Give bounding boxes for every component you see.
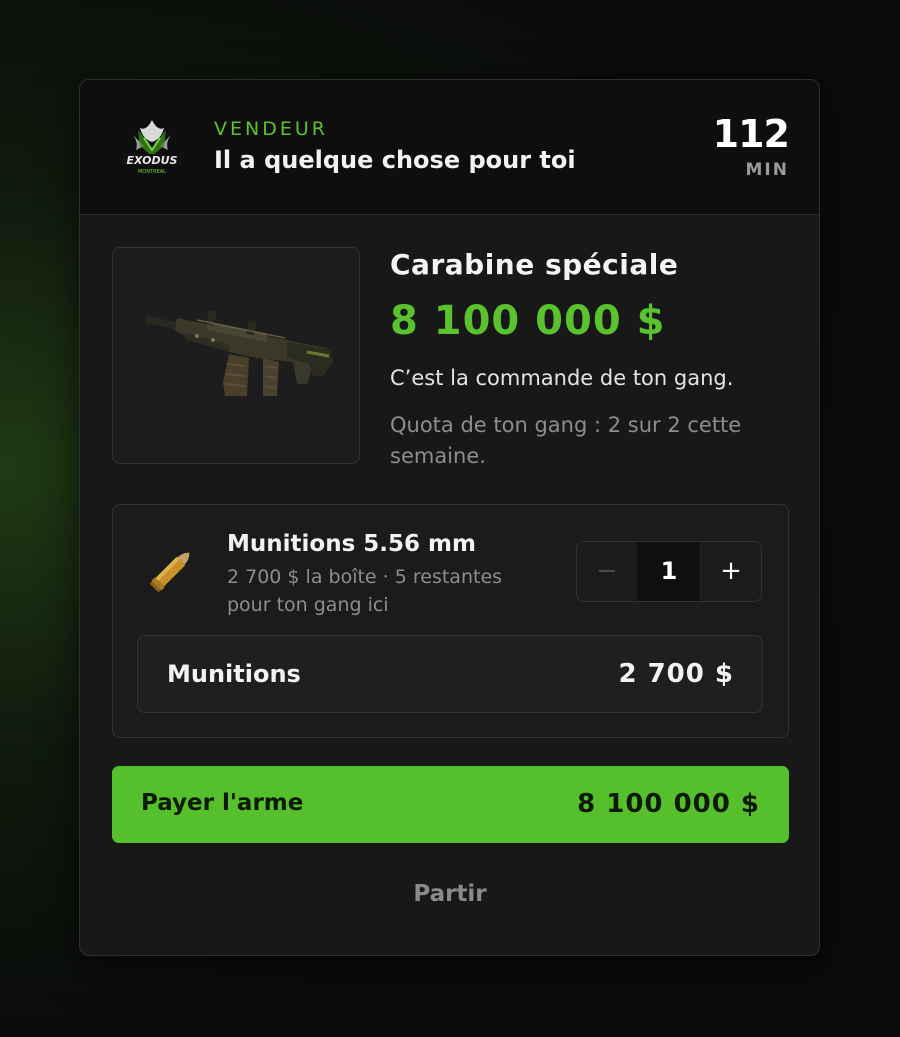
weapon-name: Carabine spéciale bbox=[390, 248, 679, 281]
pay-button-amount: 8 100 000 $ bbox=[577, 789, 760, 819]
leave-button[interactable]: Partir bbox=[350, 874, 550, 914]
quantity-value: 1 bbox=[637, 542, 701, 601]
rifle-icon bbox=[145, 310, 333, 396]
dialog-header: EXODUS MONTREAL VENDEUR Il a quelque cho… bbox=[80, 80, 819, 215]
decrease-button[interactable]: − bbox=[577, 542, 638, 601]
increase-button[interactable]: + bbox=[700, 542, 761, 601]
pay-button-label: Payer l'arme bbox=[141, 790, 304, 816]
ammo-total-label: Munitions bbox=[167, 660, 301, 688]
weapon-quota: Quota de ton gang : 2 sur 2 cette semain… bbox=[390, 413, 742, 468]
svg-text:EXODUS: EXODUS bbox=[127, 154, 178, 167]
weapon-price: 8 100 000 $ bbox=[390, 298, 666, 344]
ammo-name: Munitions 5.56 mm bbox=[227, 531, 476, 557]
bullet-icon bbox=[149, 552, 190, 593]
ammo-total-row: Munitions 2 700 $ bbox=[137, 635, 763, 713]
vendor-dialog: EXODUS MONTREAL VENDEUR Il a quelque cho… bbox=[79, 79, 820, 956]
ammo-total-value: 2 700 $ bbox=[618, 659, 734, 689]
vendor-subtitle: Il a quelque chose pour toi bbox=[214, 146, 576, 174]
pay-weapon-button[interactable]: Payer l'arme 8 100 000 $ bbox=[112, 766, 789, 843]
ammo-section: Munitions 5.56 mm 2 700 $ la boîte · 5 r… bbox=[112, 504, 789, 738]
weapon-image bbox=[112, 247, 360, 464]
ammo-info: 2 700 $ la boîte · 5 restantes pour ton … bbox=[227, 566, 503, 616]
timer-unit: MIN bbox=[745, 160, 789, 180]
exodus-logo: EXODUS MONTREAL bbox=[118, 116, 186, 180]
weapon-description: C’est la commande de ton gang. bbox=[390, 366, 734, 390]
quantity-stepper: − 1 + bbox=[576, 541, 762, 602]
svg-text:MONTREAL: MONTREAL bbox=[138, 169, 166, 175]
vendor-label: VENDEUR bbox=[214, 118, 328, 140]
timer-value: 112 bbox=[712, 112, 790, 156]
